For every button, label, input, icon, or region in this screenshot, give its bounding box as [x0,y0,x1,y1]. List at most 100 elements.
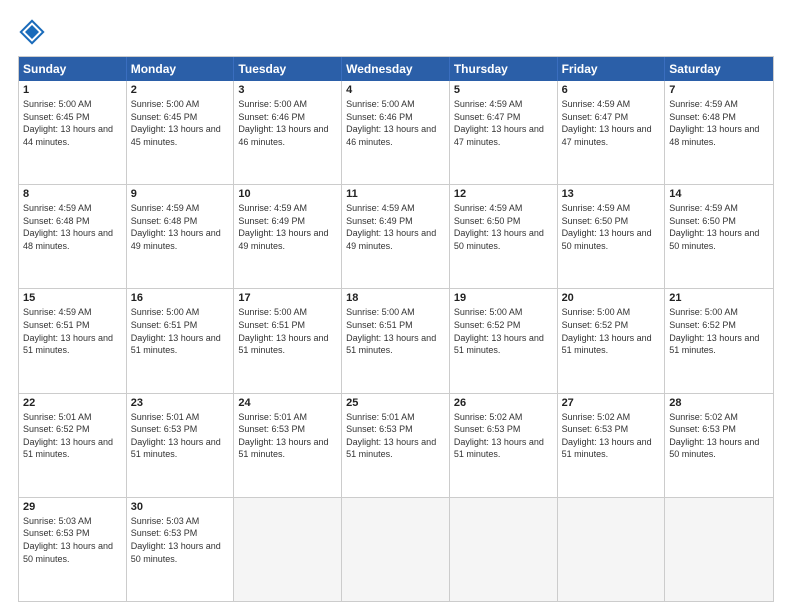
day-number: 11 [346,188,445,200]
day-number: 29 [23,501,122,513]
calendar-cell: 10 Sunrise: 4:59 AMSunset: 6:49 PMDayligh… [234,185,342,288]
calendar-cell: 20 Sunrise: 5:00 AMSunset: 6:52 PMDayligh… [558,289,666,392]
calendar-body: 1 Sunrise: 5:00 AMSunset: 6:45 PMDaylight… [19,81,773,601]
day-number: 20 [562,292,661,304]
day-number: 28 [669,397,769,409]
calendar-cell: 29 Sunrise: 5:03 AMSunset: 6:53 PMDayligh… [19,498,127,601]
calendar-cell: 17 Sunrise: 5:00 AMSunset: 6:51 PMDayligh… [234,289,342,392]
cell-info: Sunrise: 5:01 AMSunset: 6:53 PMDaylight:… [238,411,337,461]
cell-info: Sunrise: 5:03 AMSunset: 6:53 PMDaylight:… [131,515,230,565]
calendar-week: 29 Sunrise: 5:03 AMSunset: 6:53 PMDayligh… [19,497,773,601]
day-number: 25 [346,397,445,409]
cell-info: Sunrise: 5:00 AMSunset: 6:51 PMDaylight:… [238,306,337,356]
day-number: 2 [131,84,230,96]
cell-info: Sunrise: 4:59 AMSunset: 6:50 PMDaylight:… [562,202,661,252]
day-number: 17 [238,292,337,304]
cell-info: Sunrise: 5:01 AMSunset: 6:53 PMDaylight:… [131,411,230,461]
calendar-cell: 28 Sunrise: 5:02 AMSunset: 6:53 PMDayligh… [665,394,773,497]
cell-info: Sunrise: 5:01 AMSunset: 6:52 PMDaylight:… [23,411,122,461]
cell-info: Sunrise: 5:00 AMSunset: 6:46 PMDaylight:… [238,98,337,148]
cell-info: Sunrise: 4:59 AMSunset: 6:47 PMDaylight:… [454,98,553,148]
cell-info: Sunrise: 5:00 AMSunset: 6:45 PMDaylight:… [131,98,230,148]
calendar-cell: 16Sunrise: 5:00 AMSunset: 6:51 PMDayligh… [127,289,235,392]
calendar-cell-empty [665,498,773,601]
calendar-week: 22 Sunrise: 5:01 AMSunset: 6:52 PMDayligh… [19,393,773,497]
cell-info: Sunrise: 5:00 AMSunset: 6:51 PMDaylight:… [346,306,445,356]
calendar-cell-empty [342,498,450,601]
cell-info: Sunrise: 5:00 AMSunset: 6:45 PMDaylight:… [23,98,122,148]
cell-info: Sunrise: 5:00 AMSunset: 6:52 PMDaylight:… [454,306,553,356]
day-number: 24 [238,397,337,409]
cell-info: Sunrise: 5:00 AMSunset: 6:46 PMDaylight:… [346,98,445,148]
calendar-cell: 24 Sunrise: 5:01 AMSunset: 6:53 PMDayligh… [234,394,342,497]
cell-info: Sunrise: 5:00 AMSunset: 6:52 PMDaylight:… [669,306,769,356]
calendar-header-cell: Sunday [19,57,127,81]
calendar-cell: 6 Sunrise: 4:59 AMSunset: 6:47 PMDaylight… [558,81,666,184]
calendar-cell: 11 Sunrise: 4:59 AMSunset: 6:49 PMDayligh… [342,185,450,288]
day-number: 19 [454,292,553,304]
calendar-header-cell: Saturday [665,57,773,81]
calendar-cell: 7 Sunrise: 4:59 AMSunset: 6:48 PMDaylight… [665,81,773,184]
calendar-cell: 4Sunrise: 5:00 AMSunset: 6:46 PMDaylight… [342,81,450,184]
day-number: 9 [131,188,230,200]
day-number: 15 [23,292,122,304]
calendar-cell: 21 Sunrise: 5:00 AMSunset: 6:52 PMDayligh… [665,289,773,392]
cell-info: Sunrise: 4:59 AMSunset: 6:49 PMDaylight:… [238,202,337,252]
logo [18,18,50,46]
calendar-cell: 1 Sunrise: 5:00 AMSunset: 6:45 PMDaylight… [19,81,127,184]
calendar-week: 8 Sunrise: 4:59 AMSunset: 6:48 PMDaylight… [19,184,773,288]
cell-info: Sunrise: 4:59 AMSunset: 6:48 PMDaylight:… [669,98,769,148]
calendar-cell-empty [558,498,666,601]
day-number: 21 [669,292,769,304]
calendar-header-cell: Tuesday [234,57,342,81]
cell-info: Sunrise: 4:59 AMSunset: 6:48 PMDaylight:… [23,202,122,252]
cell-info: Sunrise: 5:00 AMSunset: 6:52 PMDaylight:… [562,306,661,356]
day-number: 8 [23,188,122,200]
calendar-week: 15 Sunrise: 4:59 AMSunset: 6:51 PMDayligh… [19,288,773,392]
day-number: 7 [669,84,769,96]
calendar-cell: 26Sunrise: 5:02 AMSunset: 6:53 PMDayligh… [450,394,558,497]
calendar-cell: 22 Sunrise: 5:01 AMSunset: 6:52 PMDayligh… [19,394,127,497]
cell-info: Sunrise: 4:59 AMSunset: 6:47 PMDaylight:… [562,98,661,148]
day-number: 5 [454,84,553,96]
cell-info: Sunrise: 4:59 AMSunset: 6:48 PMDaylight:… [131,202,230,252]
day-number: 6 [562,84,661,96]
logo-icon [18,18,46,46]
calendar-cell: 13 Sunrise: 4:59 AMSunset: 6:50 PMDayligh… [558,185,666,288]
day-number: 14 [669,188,769,200]
calendar-cell: 15 Sunrise: 4:59 AMSunset: 6:51 PMDayligh… [19,289,127,392]
day-number: 3 [238,84,337,96]
cell-info: Sunrise: 5:03 AMSunset: 6:53 PMDaylight:… [23,515,122,565]
cell-info: Sunrise: 4:59 AMSunset: 6:50 PMDaylight:… [669,202,769,252]
calendar-cell: 19 Sunrise: 5:00 AMSunset: 6:52 PMDayligh… [450,289,558,392]
calendar-cell: 8 Sunrise: 4:59 AMSunset: 6:48 PMDaylight… [19,185,127,288]
day-number: 10 [238,188,337,200]
calendar-cell: 18Sunrise: 5:00 AMSunset: 6:51 PMDayligh… [342,289,450,392]
calendar-cell-empty [450,498,558,601]
cell-info: Sunrise: 5:02 AMSunset: 6:53 PMDaylight:… [454,411,553,461]
day-number: 1 [23,84,122,96]
cell-info: Sunrise: 4:59 AMSunset: 6:51 PMDaylight:… [23,306,122,356]
calendar-cell: 30 Sunrise: 5:03 AMSunset: 6:53 PMDayligh… [127,498,235,601]
calendar-header-cell: Wednesday [342,57,450,81]
calendar-cell: 25Sunrise: 5:01 AMSunset: 6:53 PMDayligh… [342,394,450,497]
day-number: 30 [131,501,230,513]
cell-info: Sunrise: 5:02 AMSunset: 6:53 PMDaylight:… [669,411,769,461]
calendar-cell: 23 Sunrise: 5:01 AMSunset: 6:53 PMDayligh… [127,394,235,497]
day-number: 27 [562,397,661,409]
day-number: 22 [23,397,122,409]
calendar: SundayMondayTuesdayWednesdayThursdayFrid… [18,56,774,602]
calendar-week: 1 Sunrise: 5:00 AMSunset: 6:45 PMDaylight… [19,81,773,184]
calendar-header: SundayMondayTuesdayWednesdayThursdayFrid… [19,57,773,81]
day-number: 13 [562,188,661,200]
calendar-cell: 12Sunrise: 4:59 AMSunset: 6:50 PMDayligh… [450,185,558,288]
calendar-header-cell: Thursday [450,57,558,81]
cell-info: Sunrise: 4:59 AMSunset: 6:49 PMDaylight:… [346,202,445,252]
day-number: 12 [454,188,553,200]
calendar-cell: 2 Sunrise: 5:00 AMSunset: 6:45 PMDaylight… [127,81,235,184]
calendar-header-cell: Friday [558,57,666,81]
day-number: 23 [131,397,230,409]
page: SundayMondayTuesdayWednesdayThursdayFrid… [0,0,792,612]
calendar-cell-empty [234,498,342,601]
cell-info: Sunrise: 5:00 AMSunset: 6:51 PMDaylight:… [131,306,230,356]
